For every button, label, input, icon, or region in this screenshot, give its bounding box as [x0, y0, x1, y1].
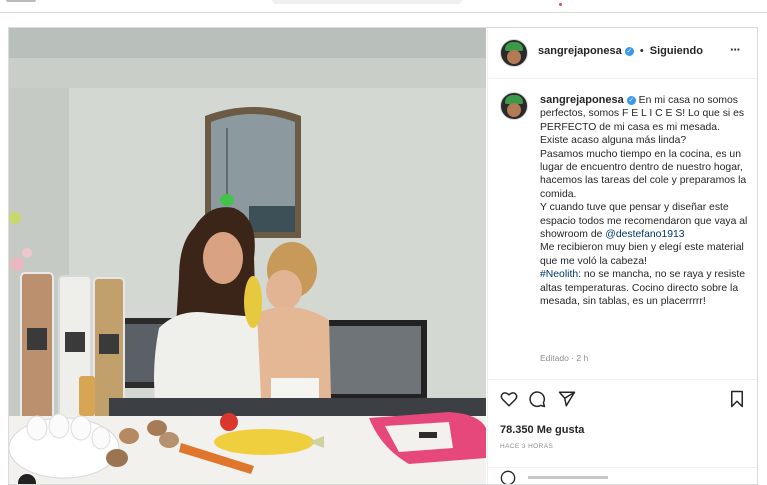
header-username[interactable]: sangrejaponesa [538, 45, 622, 57]
caption-paragraph: sangrejaponesa ✓ En mi casa no somos perf… [540, 94, 750, 148]
edited-timestamp: Editado · 2 h [540, 353, 589, 363]
post-time-ago: HACE 3 HORAS [500, 443, 554, 450]
hashtag-link[interactable]: #Neolith [540, 269, 578, 280]
caption-avatar[interactable] [500, 92, 528, 120]
nav-fragment [6, 0, 36, 2]
more-icon[interactable]: ··· [730, 42, 741, 57]
comment-icon[interactable] [528, 390, 546, 408]
post-photo[interactable] [9, 28, 486, 484]
header-user-line: sangrejaponesa ✓ • Siguiendo [538, 45, 703, 57]
avatar[interactable] [500, 39, 528, 67]
comment-input-placeholder-fragment[interactable] [528, 476, 608, 479]
caption-paragraph: Y cuando tuve que pensar y diseñar este … [540, 201, 750, 241]
post-caption: sangrejaponesa ✓ En mi casa no somos perf… [540, 94, 750, 309]
verified-badge-icon: ✓ [626, 95, 636, 105]
notification-dot [559, 3, 562, 6]
post-photo-illustration [9, 28, 486, 484]
verified-badge-icon: ✓ [624, 46, 634, 56]
caption-paragraph: Me recibieron muy bien y elegí este mate… [540, 242, 744, 267]
add-comment-bar[interactable] [488, 467, 757, 484]
search-bar-fragment[interactable] [272, 0, 462, 4]
bookmark-icon[interactable] [728, 390, 746, 408]
post-actions: 78.350 Me gusta HACE 3 HORAS [488, 379, 757, 484]
caption-paragraph: Pasamos mucho tiempo en la cocina, es un… [540, 148, 747, 200]
following-button[interactable]: Siguiendo [650, 45, 703, 57]
header-separator: • [639, 45, 644, 57]
avatar-face [507, 103, 521, 117]
post-header: sangrejaponesa ✓ • Siguiendo ··· [488, 28, 757, 79]
post-modal: sangrejaponesa ✓ • Siguiendo ··· sangreja… [8, 27, 758, 485]
caption-username[interactable]: sangrejaponesa [540, 94, 624, 106]
caption-paragraph: #Neolith: no se mancha, no se raya y res… [540, 268, 750, 308]
mention-link[interactable]: @destefano1913 [605, 229, 684, 240]
browser-top-strip [0, 0, 767, 13]
likes-count[interactable]: 78.350 Me gusta [500, 424, 584, 436]
heart-icon[interactable] [500, 390, 518, 408]
share-icon[interactable] [558, 390, 576, 408]
post-sidebar: sangrejaponesa ✓ • Siguiendo ··· sangreja… [487, 28, 757, 484]
avatar-face [507, 50, 521, 64]
